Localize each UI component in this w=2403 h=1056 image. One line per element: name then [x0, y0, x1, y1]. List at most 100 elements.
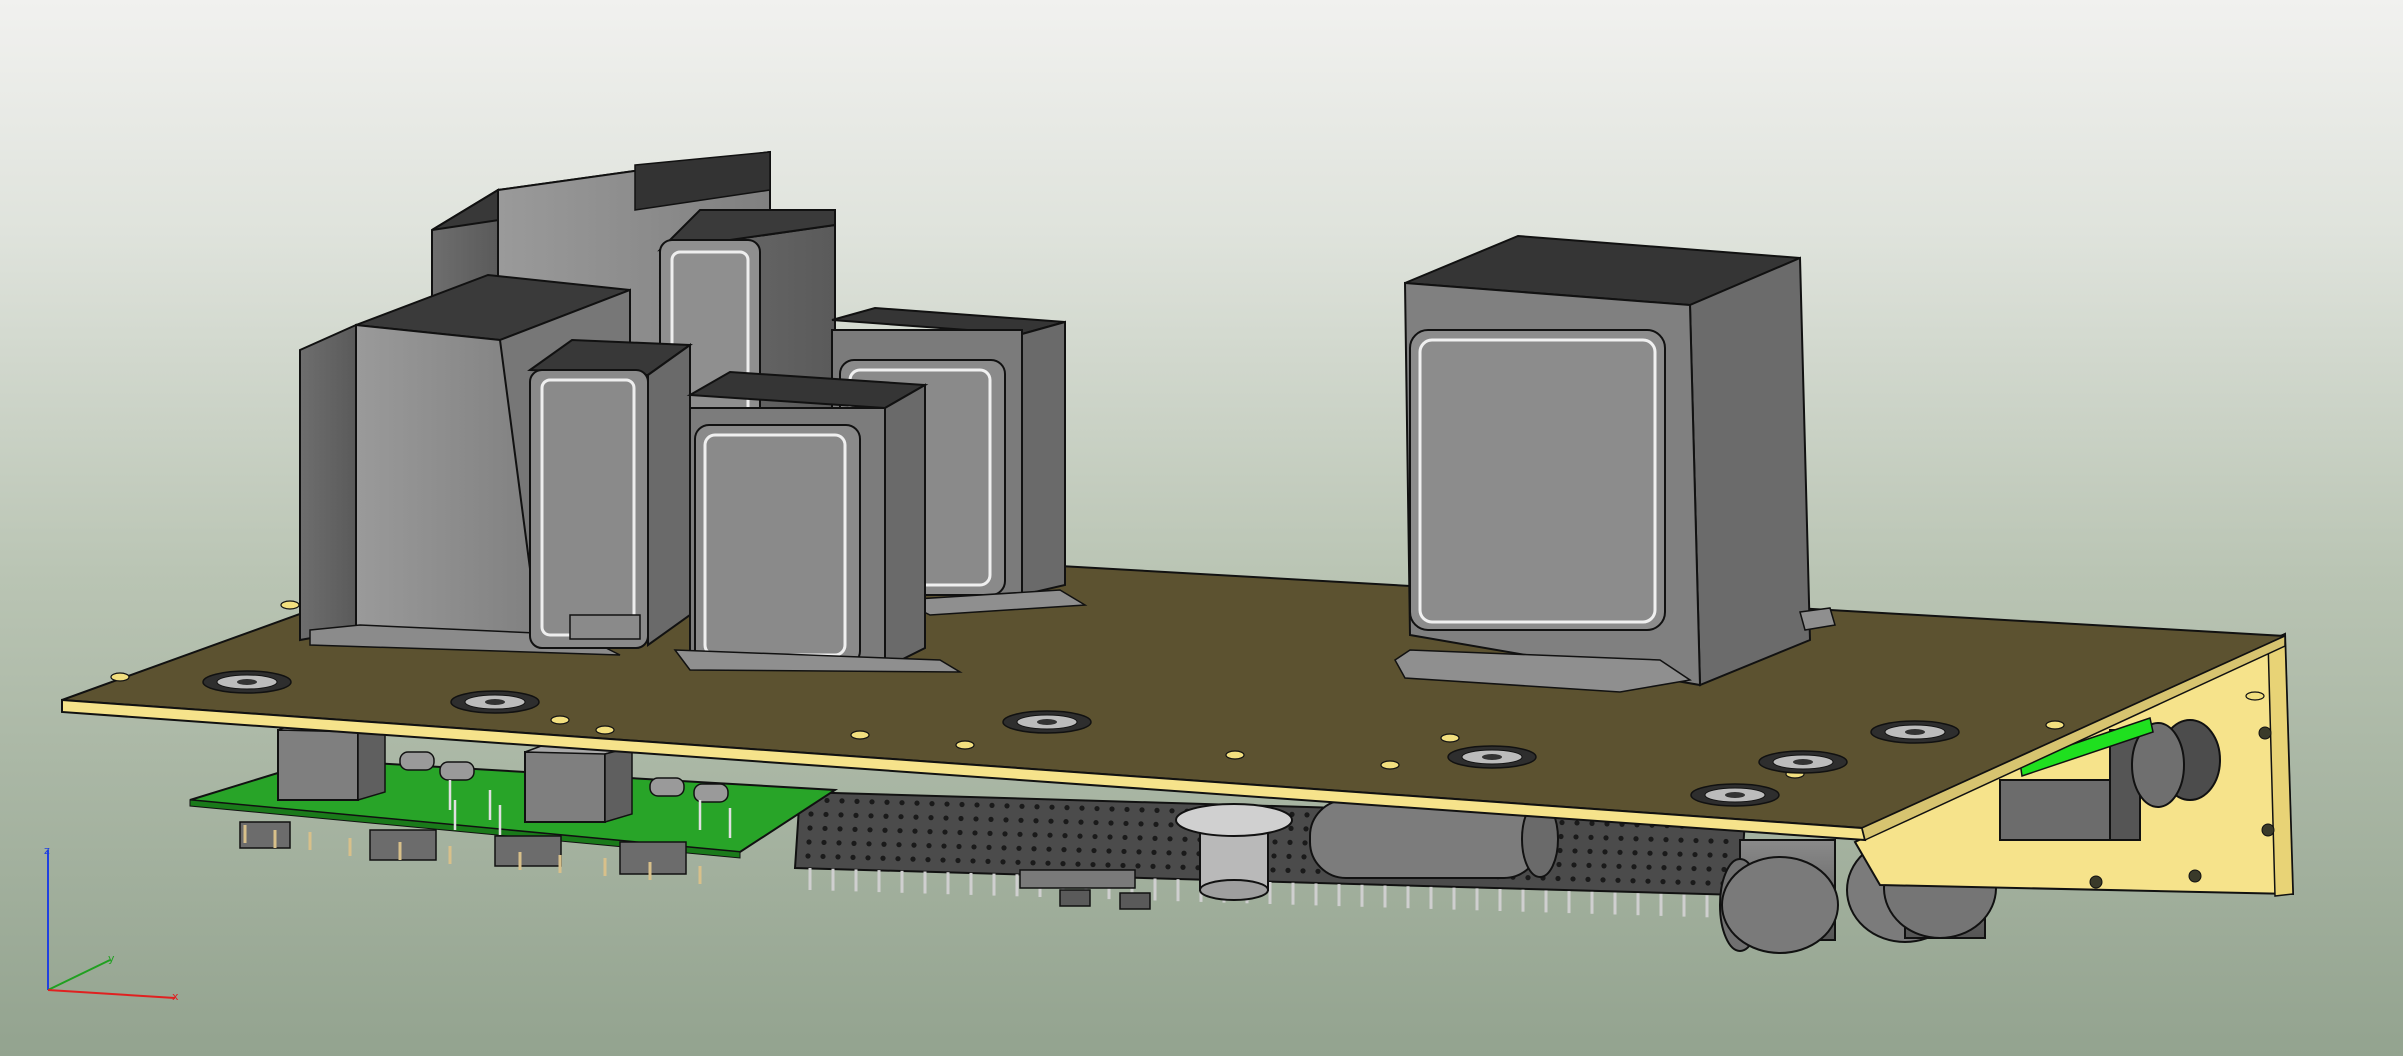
perf-hole [1707, 852, 1713, 858]
amplifier-chassis-model[interactable]: z y x [0, 0, 2403, 1056]
perf-hole [1015, 859, 1021, 865]
tube-socket-center [1793, 759, 1813, 765]
perf-hole [1270, 867, 1276, 873]
perf-hole [1000, 859, 1006, 865]
perf-hole [1587, 848, 1593, 855]
perf-hole [1004, 803, 1010, 809]
perf-hole [1153, 821, 1159, 827]
perf-hole [1060, 861, 1066, 867]
perf-hole [973, 816, 979, 822]
perf-hole [884, 799, 890, 805]
perf-hole [1559, 819, 1565, 826]
perf-hole [1633, 836, 1639, 842]
perf-hole [1285, 867, 1291, 874]
perf-hole [881, 841, 887, 847]
perf-hole [1675, 879, 1681, 885]
perf-hole [1138, 821, 1144, 827]
pcb-relay-2 [524, 741, 633, 824]
perf-hole [1556, 861, 1562, 868]
perf-hole [1079, 805, 1085, 811]
perf-hole [805, 853, 811, 859]
perf-hole [865, 855, 871, 861]
perf-hole [957, 829, 963, 836]
cad-3d-viewport[interactable]: z y x [0, 0, 2403, 1056]
perf-hole [926, 843, 932, 849]
perf-hole [988, 816, 994, 823]
perf-hole [1647, 850, 1653, 856]
perf-hole [1109, 806, 1115, 812]
perf-hole [1601, 863, 1607, 869]
perf-hole [1660, 879, 1666, 885]
perf-hole [1002, 831, 1008, 837]
mounting-hole [550, 715, 570, 725]
perf-hole [1076, 847, 1082, 853]
perf-hole [1286, 853, 1292, 860]
perf-hole [836, 840, 842, 846]
mounting-hole [2045, 720, 2065, 730]
perf-hole [1045, 860, 1051, 866]
perf-hole [899, 800, 905, 806]
perf-hole [854, 798, 860, 804]
mounting-hole [1380, 760, 1400, 770]
perf-hole [1094, 805, 1100, 812]
perf-hole [940, 857, 946, 863]
perf-hole [1615, 877, 1621, 883]
perf-hole [1645, 878, 1651, 884]
perf-hole [910, 856, 916, 862]
perf-hole [1078, 819, 1084, 825]
perf-hole [1662, 851, 1668, 857]
perf-hole [914, 800, 920, 806]
tube-socket-center [1905, 729, 1925, 735]
perf-hole [1303, 826, 1309, 832]
perf-hole [1632, 850, 1638, 856]
perf-hole [955, 857, 961, 864]
perf-hole [958, 815, 964, 822]
perf-hole [835, 854, 841, 860]
perf-hole [1166, 850, 1172, 856]
perf-hole [1061, 847, 1067, 853]
perf-hole [896, 842, 902, 848]
perf-hole [1121, 848, 1127, 855]
output-transformer-front[interactable] [527, 338, 693, 649]
perf-hole [1646, 864, 1652, 870]
perf-hole [929, 801, 935, 807]
perf-hole [1139, 807, 1145, 813]
perf-hole [970, 858, 976, 864]
perf-hole [1617, 849, 1623, 855]
perf-hole [1031, 846, 1037, 852]
perf-hole [941, 843, 947, 849]
perf-hole [1030, 860, 1036, 866]
perf-hole [1585, 876, 1591, 883]
perf-hole [824, 797, 830, 804]
perf-hole [1001, 845, 1007, 851]
perf-hole [912, 828, 918, 834]
perf-hole [1168, 822, 1174, 828]
mounting-hole [1225, 750, 1245, 760]
perf-hole [1107, 834, 1113, 840]
perf-hole [1570, 876, 1576, 882]
perf-hole [1722, 852, 1728, 859]
perf-hole [897, 828, 903, 834]
perf-hole [1690, 879, 1696, 886]
perf-hole [1301, 854, 1307, 860]
perf-hole [959, 801, 965, 808]
interstage-transformer[interactable] [673, 370, 963, 673]
perf-hole [1105, 862, 1111, 868]
perf-hole [927, 829, 933, 835]
perf-hole [1631, 864, 1637, 870]
mains-transformer-right[interactable] [1394, 234, 1836, 693]
perf-hole [883, 813, 889, 819]
x-axis-line [47, 989, 176, 999]
perf-hole [1137, 835, 1143, 841]
perf-hole [880, 855, 886, 861]
perf-hole [928, 815, 934, 821]
perf-hole [1304, 812, 1310, 818]
perf-hole [1677, 851, 1683, 857]
perf-hole [956, 843, 962, 850]
perf-hole [986, 844, 992, 851]
perf-hole [1600, 877, 1606, 883]
perf-hole [1091, 847, 1097, 854]
perf-hole [944, 801, 950, 807]
perf-hole [1693, 837, 1699, 844]
perf-hole [853, 812, 859, 818]
